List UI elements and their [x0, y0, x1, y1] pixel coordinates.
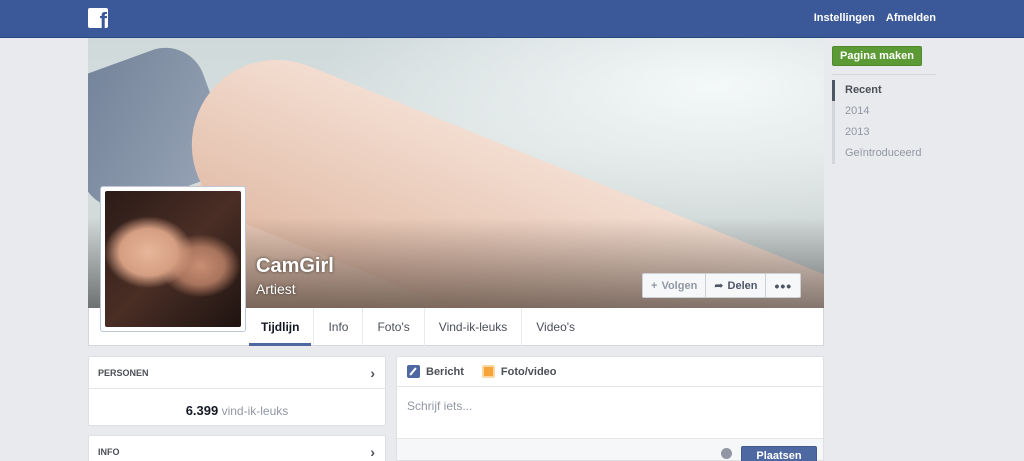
page-name[interactable]: CamGirl	[256, 255, 334, 278]
follow-label: Volgen	[661, 279, 698, 292]
create-page-button[interactable]: Pagina maken	[832, 46, 922, 66]
divider	[832, 74, 936, 75]
composer-tabs: Bericht Foto/video	[397, 357, 823, 387]
composer-footer: Plaatsen	[397, 438, 823, 461]
more-dots-icon: •••	[774, 277, 793, 294]
likes-label: vind-ik-leuks	[221, 404, 289, 418]
plus-icon: +	[651, 279, 658, 292]
composer-tab-photo-label: Foto/video	[500, 365, 557, 378]
top-links: Instellingen Afmelden	[814, 12, 936, 24]
post-composer: Bericht Foto/video Schrijf iets... Plaat…	[396, 356, 824, 461]
composer-tab-photo[interactable]: Foto/video	[481, 365, 557, 378]
globe-icon[interactable]	[721, 448, 732, 459]
share-button[interactable]: ➦ Delen	[706, 274, 767, 297]
tab-info[interactable]: Info	[314, 308, 364, 346]
chevron-right-icon[interactable]: ›	[370, 436, 375, 461]
info-box-header[interactable]: INFO ›	[89, 436, 385, 461]
settings-link[interactable]: Instellingen	[814, 12, 875, 24]
profile-photo	[105, 191, 241, 327]
logout-link[interactable]: Afmelden	[886, 12, 936, 24]
composer-tab-post-label: Bericht	[426, 365, 464, 378]
composer-input[interactable]: Schrijf iets...	[397, 387, 823, 439]
chevron-right-icon[interactable]: ›	[370, 357, 375, 389]
photo-icon	[481, 365, 495, 378]
timeline-year-nav: Recent 2014 2013 Geïntroduceerd	[832, 80, 921, 164]
tab-timeline[interactable]: Tijdlijn	[247, 308, 315, 346]
facebook-logo-icon[interactable]: f	[88, 8, 108, 28]
composer-tab-post[interactable]: Bericht	[407, 365, 464, 378]
likes-count: 6.399	[185, 403, 219, 418]
post-button[interactable]: Plaatsen	[741, 446, 817, 461]
tab-videos[interactable]: Video's	[522, 308, 589, 346]
tab-likes[interactable]: Vind-ik-leuks	[425, 308, 523, 346]
follow-button[interactable]: + Volgen	[643, 274, 707, 297]
people-box-title: PERSONEN	[98, 368, 149, 378]
timeline-item-2013[interactable]: 2013	[832, 122, 921, 143]
more-button[interactable]: •••	[766, 274, 800, 297]
people-box: PERSONEN › 6.399 vind-ik-leuks	[88, 356, 386, 426]
people-box-header[interactable]: PERSONEN ›	[89, 357, 385, 389]
timeline-item-recent[interactable]: Recent	[832, 80, 921, 101]
info-box: INFO ›	[88, 435, 386, 461]
share-label: Delen	[727, 279, 758, 292]
page-category: Artiest	[256, 281, 296, 297]
likes-count-row: 6.399 vind-ik-leuks	[89, 389, 385, 418]
profile-picture[interactable]	[100, 186, 246, 332]
top-bar: f Instellingen Afmelden	[0, 0, 1024, 38]
tab-photos[interactable]: Foto's	[363, 308, 425, 346]
share-arrow-icon: ➦	[714, 280, 724, 292]
pencil-icon	[407, 365, 420, 378]
info-box-title: INFO	[98, 447, 120, 457]
timeline-item-introduced[interactable]: Geïntroduceerd	[832, 143, 921, 164]
timeline-item-2014[interactable]: 2014	[832, 101, 921, 122]
cover-actions: + Volgen ➦ Delen •••	[642, 273, 802, 298]
